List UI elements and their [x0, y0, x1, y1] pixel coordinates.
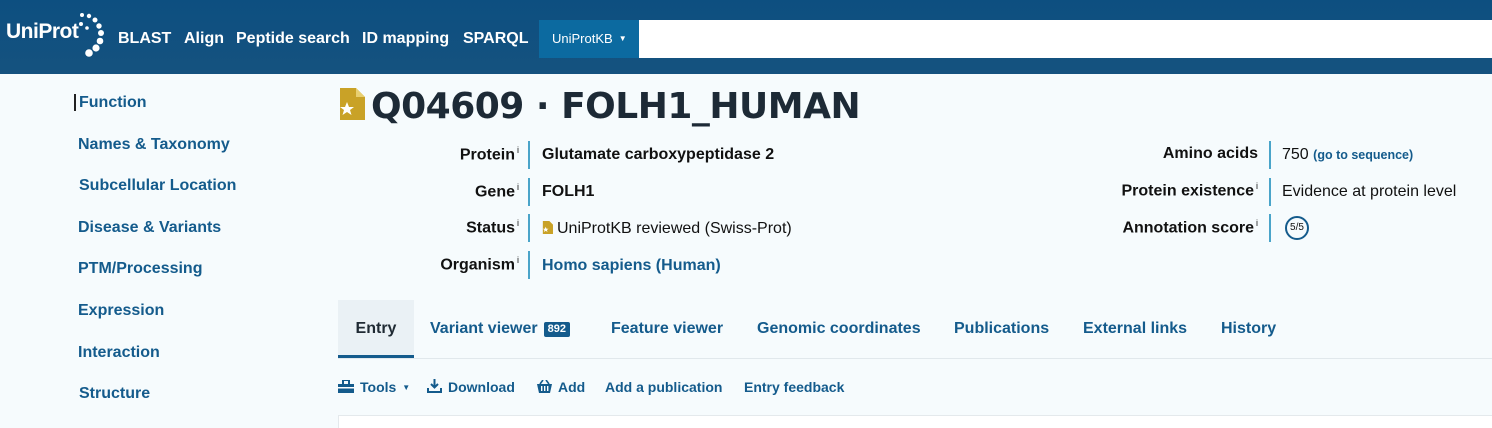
tab-history[interactable]: History: [1221, 300, 1276, 358]
caret-down-icon: ▼: [618, 34, 627, 43]
tab-entry[interactable]: Entry: [338, 300, 414, 358]
search-input[interactable]: [639, 20, 1492, 58]
caret-down-icon: ▼: [402, 383, 411, 392]
divider: [528, 251, 530, 279]
go-to-sequence-link[interactable]: (go to sequence): [1313, 148, 1413, 162]
entry-tabs: Entry Variant viewer 892 Feature viewer G…: [338, 300, 1492, 359]
content-panel: [338, 415, 1492, 428]
status-value: UniProtKB reviewed (Swiss-Prot): [542, 220, 792, 238]
page-title: Q04609 · FOLH1_HUMAN: [371, 86, 861, 127]
reviewed-status-icon: [542, 221, 553, 234]
add-button[interactable]: Add: [537, 379, 585, 395]
nav-blast[interactable]: BLAST: [118, 30, 171, 48]
organism-label: Organism i: [440, 255, 519, 274]
divider: [1269, 141, 1271, 169]
divider: [528, 214, 530, 242]
gene-name: FOLH1: [542, 183, 595, 200]
sidebar-item-structure[interactable]: Structure: [79, 385, 150, 403]
nav-peptide-search[interactable]: Peptide search: [236, 30, 350, 48]
variant-count-badge: 892: [543, 322, 570, 337]
protein-existence-value: Evidence at protein level: [1282, 183, 1457, 200]
tab-feature-viewer[interactable]: Feature viewer: [611, 300, 723, 358]
uniprot-logo[interactable]: UniProt: [6, 12, 110, 62]
nav-align[interactable]: Align: [184, 30, 224, 48]
sidebar-item-ptm-processing[interactable]: PTM/Processing: [78, 260, 202, 278]
logo-text: UniProt: [6, 20, 79, 43]
sidebar-item-function[interactable]: Function: [79, 94, 147, 112]
toolbox-icon: [338, 379, 354, 393]
tab-external-links[interactable]: External links: [1083, 300, 1187, 358]
info-icon[interactable]: i: [1256, 218, 1258, 228]
top-header: UniProt BLAST Align Peptide search ID ma…: [0, 0, 1492, 74]
divider: [528, 141, 530, 169]
info-icon[interactable]: i: [517, 145, 519, 155]
nav-sparql[interactable]: SPARQL: [463, 30, 528, 48]
divider: [1269, 214, 1271, 242]
divider: [528, 178, 530, 206]
annotation-score-badge: 5/5: [1285, 216, 1309, 240]
logo-dots-icon: [79, 13, 104, 57]
info-icon[interactable]: i: [517, 182, 519, 192]
tab-publications[interactable]: Publications: [954, 300, 1049, 358]
protein-existence-label: Protein existence i: [1121, 181, 1259, 200]
sidebar-item-interaction[interactable]: Interaction: [78, 344, 160, 362]
annotation-score-label: Annotation score i: [1122, 218, 1258, 237]
info-icon[interactable]: i: [1256, 181, 1258, 191]
divider: [1269, 178, 1271, 206]
protein-label: Protein i: [459, 145, 519, 164]
entry-feedback-link[interactable]: Entry feedback: [744, 379, 844, 395]
amino-acids-label: Amino acids: [1162, 145, 1258, 162]
organism-link[interactable]: Homo sapiens (Human): [542, 257, 721, 275]
sidebar-active-indicator: [74, 94, 76, 111]
info-icon[interactable]: i: [517, 218, 519, 228]
database-select-value: UniProtKB: [552, 31, 613, 46]
database-select[interactable]: UniProtKB ▼: [539, 20, 639, 58]
tab-genomic-coordinates[interactable]: Genomic coordinates: [757, 300, 921, 358]
download-icon: [427, 379, 442, 393]
status-label: Status i: [466, 218, 519, 237]
basket-icon: [537, 379, 552, 393]
reviewed-entry-icon: [340, 88, 365, 120]
add-publication-link[interactable]: Add a publication: [605, 379, 722, 395]
sidebar-item-expression[interactable]: Expression: [78, 302, 164, 320]
tools-button[interactable]: Tools ▼: [338, 379, 410, 395]
info-icon[interactable]: i: [517, 255, 519, 265]
amino-acids-value: 750 (go to sequence): [1282, 146, 1414, 163]
download-button[interactable]: Download: [427, 379, 515, 395]
nav-id-mapping[interactable]: ID mapping: [362, 30, 449, 48]
sidebar-item-names-taxonomy[interactable]: Names & Taxonomy: [78, 136, 230, 154]
protein-name: Glutamate carboxypeptidase 2: [542, 146, 775, 163]
sidebar-item-disease-variants[interactable]: Disease & Variants: [78, 219, 221, 237]
gene-label: Gene i: [474, 182, 519, 201]
sidebar-item-subcellular-location[interactable]: Subcellular Location: [79, 177, 236, 195]
tab-variant-viewer[interactable]: Variant viewer 892: [430, 300, 570, 358]
